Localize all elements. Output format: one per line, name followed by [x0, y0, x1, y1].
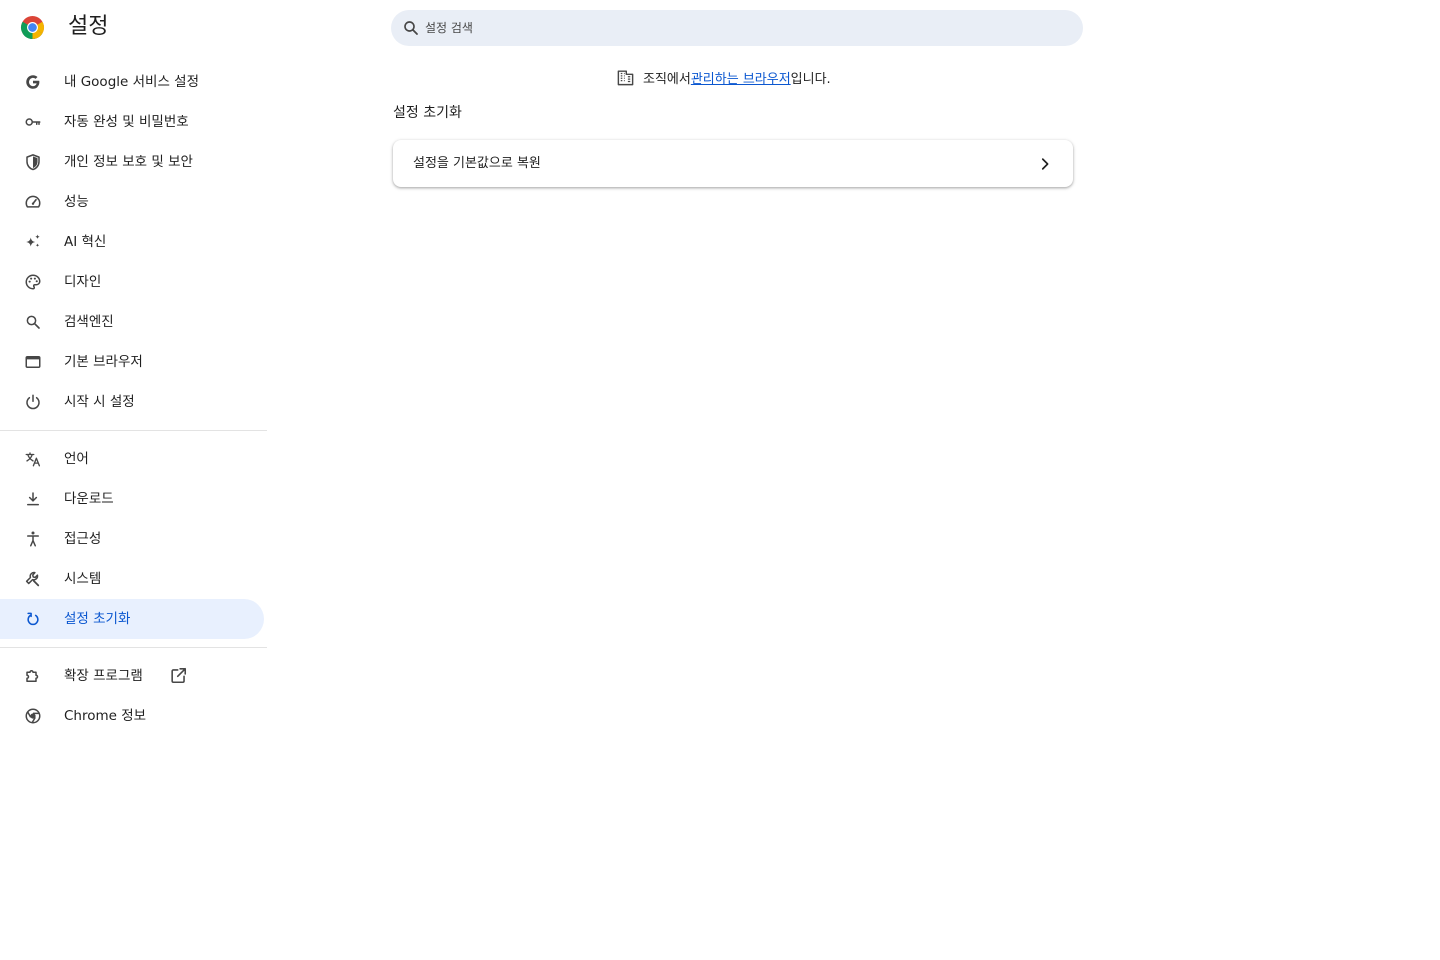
- sidebar-item-label: 접근성: [64, 531, 102, 547]
- power-icon: [26, 394, 40, 410]
- sidebar-item-label: 시작 시 설정: [64, 394, 135, 410]
- sidebar-item-extensions[interactable]: 확장 프로그램: [0, 656, 264, 696]
- sidebar-item-privacy[interactable]: 개인 정보 보호 및 보안: [0, 142, 264, 182]
- sidebar-item-label: 자동 완성 및 비밀번호: [64, 114, 189, 130]
- notice-text-suffix: 입니다.: [790, 71, 831, 87]
- browser-window-icon: [25, 356, 41, 368]
- sidebar-item-label: 디자인: [64, 274, 102, 290]
- sidebar: 내 Google 서비스 설정 자동 완성 및 비밀번호 개인 정보 보호 및 …: [0, 62, 267, 736]
- search-input[interactable]: [425, 10, 1065, 46]
- section-title: 설정 초기화: [393, 105, 462, 121]
- sidebar-item-reset-settings[interactable]: 설정 초기화: [0, 599, 264, 639]
- key-icon: [25, 118, 41, 126]
- chrome-logo-icon: [21, 16, 44, 39]
- sidebar-item-search-engine[interactable]: 검색엔진: [0, 302, 264, 342]
- sparkle-icon: [26, 234, 40, 247]
- search-icon: [404, 21, 418, 35]
- sidebar-item-system[interactable]: 시스템: [0, 559, 264, 599]
- sidebar-item-performance[interactable]: 성능: [0, 182, 264, 222]
- sidebar-item-on-startup[interactable]: 시작 시 설정: [0, 382, 264, 422]
- sidebar-item-label: 내 Google 서비스 설정: [64, 74, 199, 90]
- palette-icon: [25, 274, 41, 290]
- sidebar-item-label: 언어: [64, 451, 89, 467]
- shield-icon: [26, 154, 40, 171]
- translate-icon: [25, 452, 41, 467]
- sidebar-item-label: 검색엔진: [64, 314, 114, 330]
- sidebar-item-about-chrome[interactable]: Chrome 정보: [0, 696, 264, 736]
- wrench-icon: [25, 571, 40, 587]
- sidebar-item-label: 설정 초기화: [64, 611, 131, 627]
- page-title: 설정: [68, 14, 109, 39]
- sidebar-item-accessibility[interactable]: 접근성: [0, 519, 264, 559]
- sidebar-item-ai[interactable]: AI 혁신: [0, 222, 264, 262]
- reset-settings-card: 설정을 기본값으로 복원: [393, 140, 1073, 187]
- sidebar-item-google-services[interactable]: 내 Google 서비스 설정: [0, 62, 264, 102]
- download-icon: [27, 492, 39, 506]
- sidebar-item-label: 확장 프로그램: [64, 668, 143, 684]
- sidebar-item-label: AI 혁신: [64, 234, 107, 250]
- sidebar-item-label: 개인 정보 보호 및 보안: [64, 154, 193, 170]
- sidebar-item-downloads[interactable]: 다운로드: [0, 479, 264, 519]
- chrome-outline-icon: [25, 708, 41, 724]
- google-g-icon: [26, 75, 40, 89]
- sidebar-item-label: 시스템: [64, 571, 102, 587]
- sidebar-item-label: 다운로드: [64, 491, 114, 507]
- sidebar-item-appearance[interactable]: 디자인: [0, 262, 264, 302]
- search-icon: [26, 315, 40, 329]
- managed-browser-notice: 조직에서 관리하는 브라우저 입니다.: [616, 67, 831, 87]
- sidebar-item-label: 성능: [64, 194, 89, 210]
- restore-defaults-row[interactable]: 설정을 기본값으로 복원: [393, 140, 1073, 187]
- puzzle-icon: [26, 670, 39, 682]
- accessibility-icon: [27, 531, 39, 547]
- restore-defaults-label: 설정을 기본값으로 복원: [413, 156, 541, 171]
- chevron-right-icon: [1041, 158, 1049, 170]
- speedometer-icon: [25, 195, 41, 208]
- sidebar-item-languages[interactable]: 언어: [0, 439, 264, 479]
- sidebar-item-label: 기본 브라우저: [64, 354, 143, 370]
- reset-icon: [27, 612, 39, 626]
- notice-text-prefix: 조직에서: [643, 71, 691, 87]
- sidebar-item-default-browser[interactable]: 기본 브라우저: [0, 342, 264, 382]
- open-in-new-icon: [171, 667, 187, 684]
- sidebar-divider: [0, 430, 267, 431]
- sidebar-item-autofill[interactable]: 자동 완성 및 비밀번호: [0, 102, 264, 142]
- settings-page: 설정 내 Google 서비스 설정 자동 완성 및 비밀번호: [0, 0, 1440, 960]
- sidebar-item-label: Chrome 정보: [64, 708, 147, 724]
- managed-browser-link[interactable]: 관리하는 브라우저: [691, 68, 791, 87]
- search-box[interactable]: [391, 10, 1083, 46]
- building-icon: [617, 69, 634, 85]
- sidebar-divider: [0, 647, 267, 648]
